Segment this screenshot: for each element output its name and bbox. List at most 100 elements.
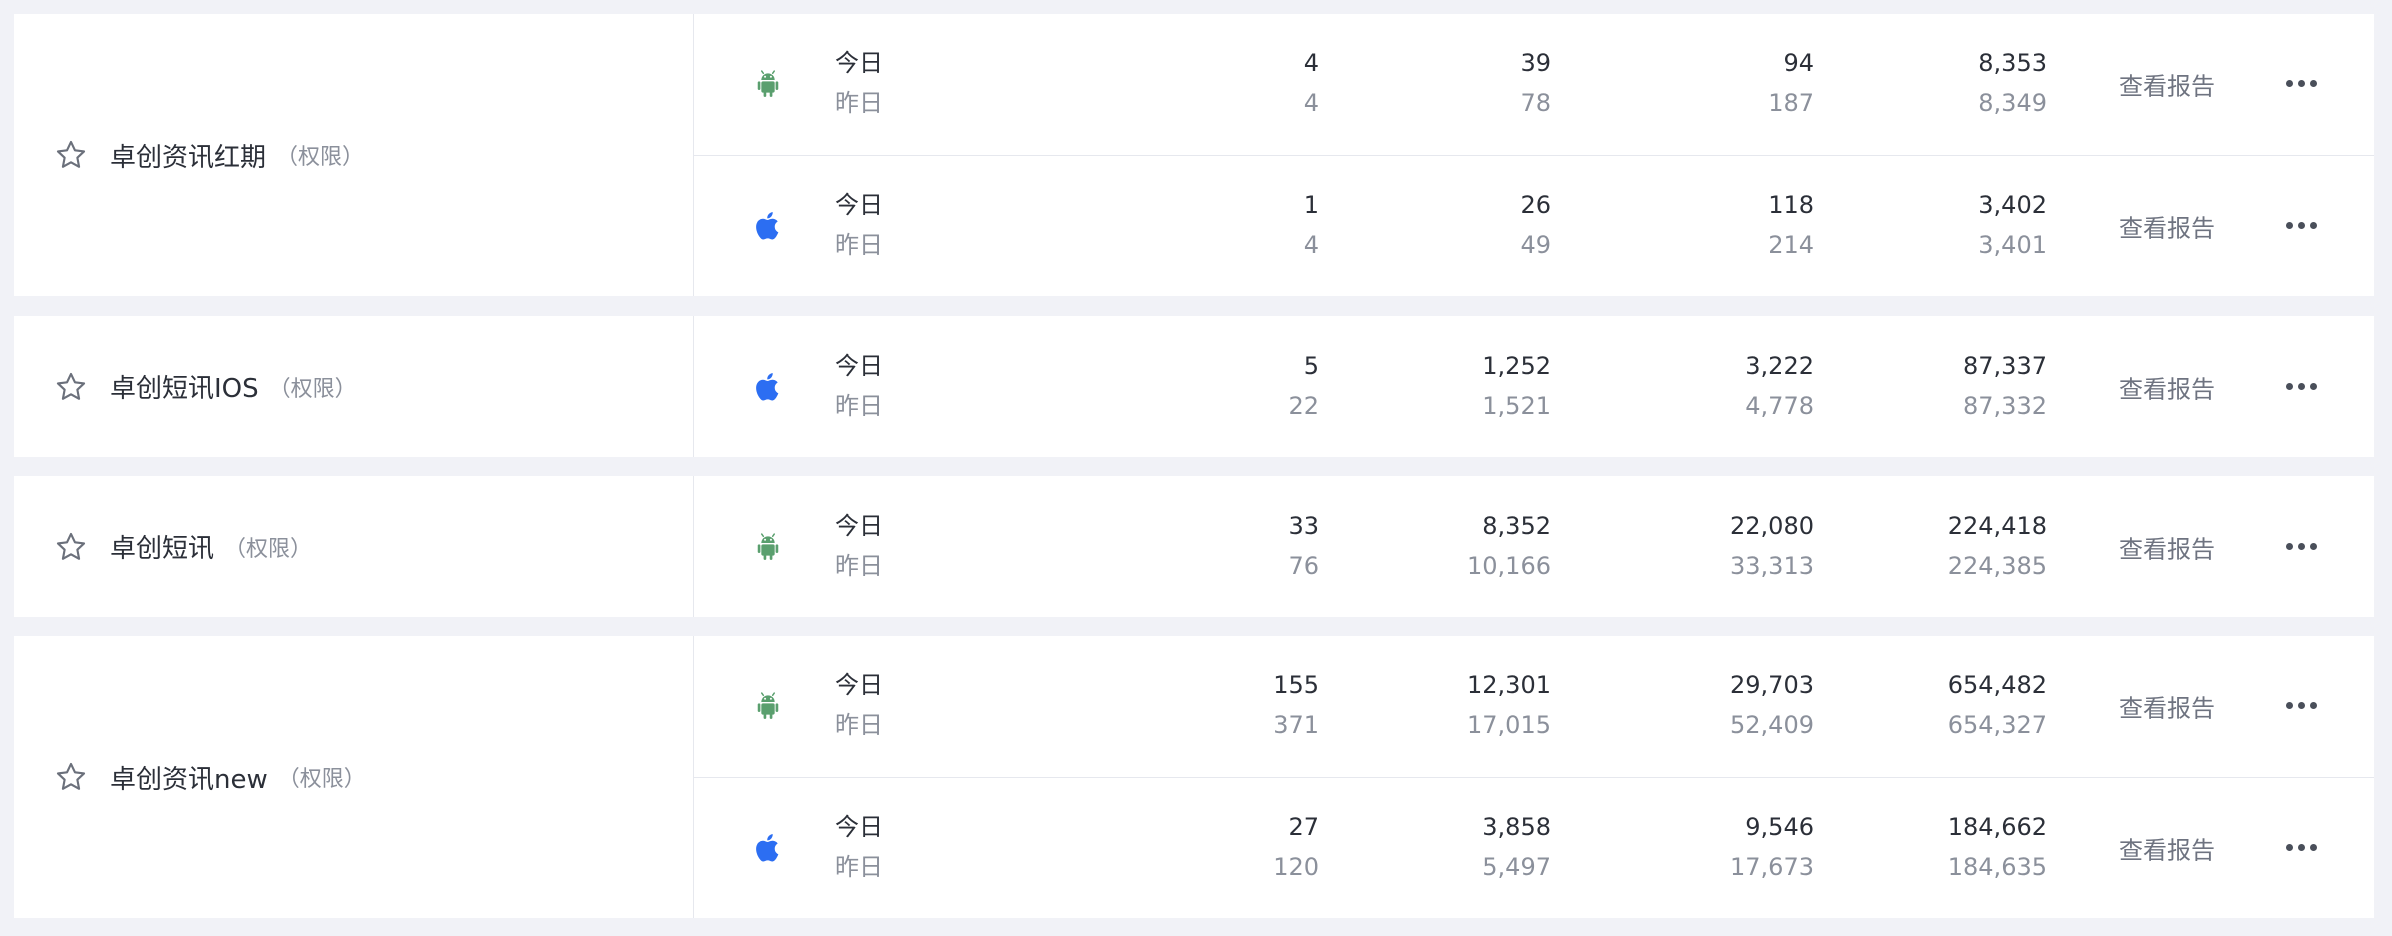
platform-list: 今日 昨日 5 22 1,252 1,521 3,222 4,778 87,337 87,332 查… — [694, 316, 2374, 457]
yesterday-value: 187 — [1768, 89, 1814, 118]
more-options-icon[interactable] — [2286, 221, 2318, 230]
star-icon[interactable] — [54, 760, 88, 794]
view-report-link[interactable]: 查看报告 — [2119, 369, 2215, 404]
today-label: 今日 — [835, 49, 883, 78]
view-report-link[interactable]: 查看报告 — [2119, 529, 2215, 564]
more-options-icon[interactable] — [2286, 843, 2318, 852]
today-value: 94 — [1783, 49, 1814, 78]
dot — [2286, 542, 2293, 550]
star-icon[interactable] — [54, 138, 88, 172]
today-value: 87,337 — [1963, 351, 2047, 380]
yesterday-value: 1,521 — [1482, 391, 1551, 420]
more-options-icon[interactable] — [2286, 382, 2318, 391]
today-value: 39 — [1520, 49, 1551, 78]
app-name[interactable]: 卓创资讯红期 — [110, 137, 266, 174]
dot — [2286, 382, 2293, 390]
dot — [2298, 221, 2305, 229]
today-value: 184,662 — [1947, 812, 2047, 841]
dot — [2298, 542, 2305, 550]
yesterday-value: 33,313 — [1730, 551, 1814, 580]
permission-tag: （权限） — [224, 536, 313, 562]
today-value: 29,703 — [1730, 671, 1814, 700]
app-card: 卓创短讯 （权限） 今日 昨日 33 76 8,352 10,166 22,080 33,313 2… — [14, 476, 2374, 617]
today-value: 8,352 — [1482, 511, 1551, 540]
yesterday-value: 3,401 — [1978, 230, 2047, 259]
dot — [2310, 542, 2317, 550]
today-value: 654,482 — [1947, 671, 2047, 700]
yesterday-label: 昨日 — [835, 711, 883, 740]
app-card: 卓创短讯IOS （权限） 今日 昨日 5 22 1,252 1,521 3,222 4,778 87… — [14, 316, 2374, 457]
today-value: 9,546 — [1745, 812, 1814, 841]
dot — [2298, 382, 2305, 390]
dot — [2310, 702, 2317, 710]
dot — [2310, 843, 2317, 851]
android-icon — [752, 68, 784, 100]
apple-icon — [752, 210, 784, 242]
yesterday-value: 8,349 — [1978, 89, 2047, 118]
dot — [2298, 843, 2305, 851]
today-value: 26 — [1520, 190, 1551, 219]
today-value: 3,222 — [1745, 351, 1814, 380]
platform-list: 今日 昨日 4 4 39 78 94 187 8,353 8,349 查看报告 今日 昨日 1 4 26 49 1… — [694, 14, 2374, 296]
today-value: 33 — [1288, 511, 1319, 540]
app-card: 卓创资讯new （权限） 今日 昨日 155 371 12,301 17,015 29,703 5… — [14, 636, 2374, 918]
app-name[interactable]: 卓创资讯new — [110, 759, 268, 796]
view-report-link[interactable]: 查看报告 — [2119, 830, 2215, 865]
today-value: 12,301 — [1467, 671, 1551, 700]
yesterday-label: 昨日 — [835, 852, 883, 881]
dot — [2298, 80, 2305, 88]
yesterday-value: 49 — [1520, 230, 1551, 259]
yesterday-value: 17,673 — [1730, 852, 1814, 881]
view-report-link[interactable]: 查看报告 — [2119, 689, 2215, 724]
yesterday-value: 4 — [1303, 230, 1319, 259]
view-report-link[interactable]: 查看报告 — [2119, 208, 2215, 243]
app-info: 卓创短讯IOS （权限） — [14, 316, 694, 457]
more-options-icon[interactable] — [2286, 542, 2318, 551]
yesterday-label: 昨日 — [835, 391, 883, 420]
app-info: 卓创资讯new （权限） — [14, 636, 694, 918]
today-value: 22,080 — [1730, 511, 1814, 540]
apple-icon — [752, 371, 784, 403]
today-value: 1,252 — [1482, 351, 1551, 380]
dot — [2310, 80, 2317, 88]
star-icon[interactable] — [54, 530, 88, 564]
android-icon — [752, 690, 784, 722]
app-name[interactable]: 卓创短讯IOS — [110, 368, 259, 405]
today-value: 3,858 — [1482, 812, 1551, 841]
yesterday-value: 10,166 — [1467, 551, 1551, 580]
view-report-link[interactable]: 查看报告 — [2119, 67, 2215, 102]
platform-list: 今日 昨日 33 76 8,352 10,166 22,080 33,313 224,418 22… — [694, 476, 2374, 617]
yesterday-value: 224,385 — [1947, 551, 2047, 580]
yesterday-value: 184,635 — [1947, 852, 2047, 881]
dot — [2286, 80, 2293, 88]
yesterday-label: 昨日 — [835, 551, 883, 580]
yesterday-value: 78 — [1520, 89, 1551, 118]
star-icon[interactable] — [54, 370, 88, 404]
apple-icon — [752, 832, 784, 864]
platform-row: 今日 昨日 5 22 1,252 1,521 3,222 4,778 87,337 87,332 查… — [694, 316, 2374, 457]
today-value: 5 — [1303, 351, 1319, 380]
platform-row: 今日 昨日 1 4 26 49 118 214 3,402 3,401 查看报告 — [694, 154, 2374, 297]
app-card: 卓创资讯红期 （权限） 今日 昨日 4 4 39 78 94 187 8,353 8,349 查看报告今… — [14, 14, 2374, 296]
yesterday-value: 4 — [1303, 89, 1319, 118]
more-options-icon[interactable] — [2286, 80, 2318, 88]
yesterday-label: 昨日 — [835, 230, 883, 259]
dot — [2298, 702, 2305, 710]
app-name[interactable]: 卓创短讯 — [110, 528, 214, 565]
permission-tag: （权限） — [276, 145, 365, 170]
today-value: 118 — [1768, 190, 1814, 219]
today-value: 27 — [1288, 812, 1319, 841]
app-info: 卓创短讯 （权限） — [14, 476, 694, 617]
platform-row: 今日 昨日 4 4 39 78 94 187 8,353 8,349 查看报告 — [694, 14, 2374, 155]
today-value: 3,402 — [1978, 190, 2047, 219]
today-label: 今日 — [835, 511, 883, 540]
dot — [2286, 221, 2293, 229]
today-value: 8,353 — [1978, 49, 2047, 78]
more-options-icon[interactable] — [2286, 702, 2318, 710]
platform-list: 今日 昨日 155 371 12,301 17,015 29,703 52,409 654,48… — [694, 636, 2374, 918]
today-label: 今日 — [835, 351, 883, 380]
today-value: 224,418 — [1947, 511, 2047, 540]
today-value: 155 — [1273, 671, 1319, 700]
app-info: 卓创资讯红期 （权限） — [14, 14, 694, 296]
dot — [2310, 382, 2317, 390]
